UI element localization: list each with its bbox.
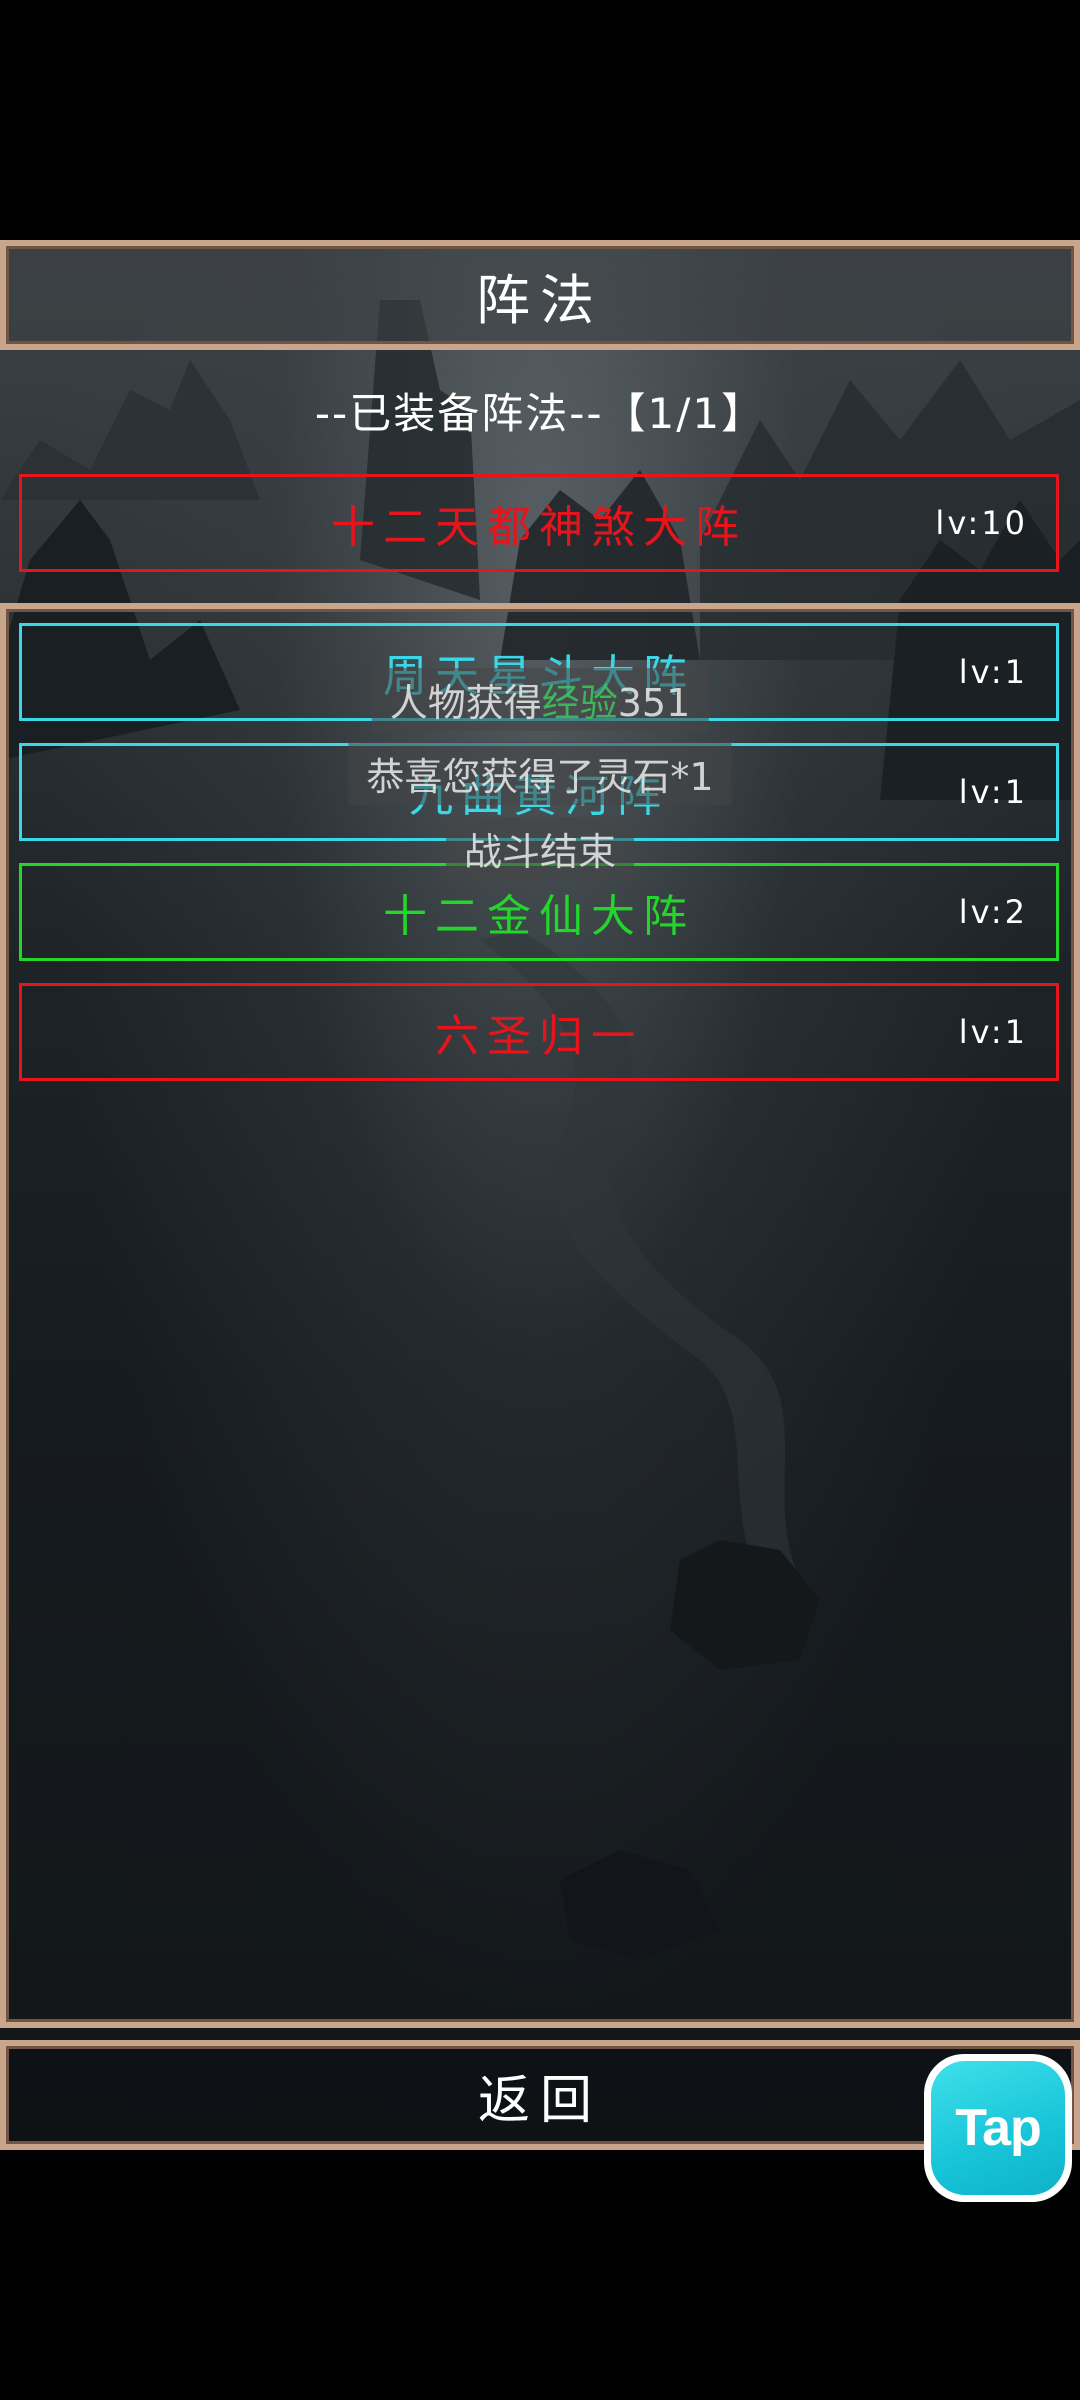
formation-name: 十二金仙大阵 — [383, 891, 695, 942]
back-button-label: 返回 — [477, 2070, 602, 2131]
exp-toast-value: 351 — [617, 681, 691, 725]
formation-level: lv:2 — [958, 893, 1028, 931]
formation-level: lv:10 — [935, 504, 1028, 542]
title-bar: 阵法 — [0, 240, 1080, 350]
formation-row[interactable]: 六圣归一 lv:1 — [19, 983, 1059, 1081]
formation-level: lv:1 — [958, 653, 1028, 691]
tap-logo-icon: Tap — [931, 2061, 1065, 2195]
exp-toast: 人物获得经验351 — [371, 668, 709, 731]
formation-level: lv:1 — [958, 1013, 1028, 1051]
equipped-formation-row[interactable]: 十二天都神煞大阵 lv:10 — [19, 474, 1059, 572]
battle-end-toast: 战斗结束 — [445, 817, 635, 880]
formation-name: 六圣归一 — [435, 1011, 643, 1062]
page-title: 阵法 — [476, 268, 604, 332]
back-button[interactable]: 返回 — [0, 2040, 1080, 2150]
game-screen: 阵法 --已装备阵法--【1/1】 十二天都神煞大阵 lv:10 周天星斗大阵 … — [0, 0, 1080, 2400]
exp-toast-highlight: 经验 — [541, 681, 618, 725]
exp-toast-prefix: 人物获得 — [389, 681, 542, 725]
reward-toast: 恭喜您获得了灵石*1 — [348, 742, 732, 805]
formation-name: 十二天都神煞大阵 — [331, 502, 747, 553]
tap-badge-button[interactable]: Tap — [924, 2054, 1072, 2202]
equipped-heading: --已装备阵法--【1/1】 — [314, 389, 766, 438]
formation-level: lv:1 — [958, 773, 1028, 811]
